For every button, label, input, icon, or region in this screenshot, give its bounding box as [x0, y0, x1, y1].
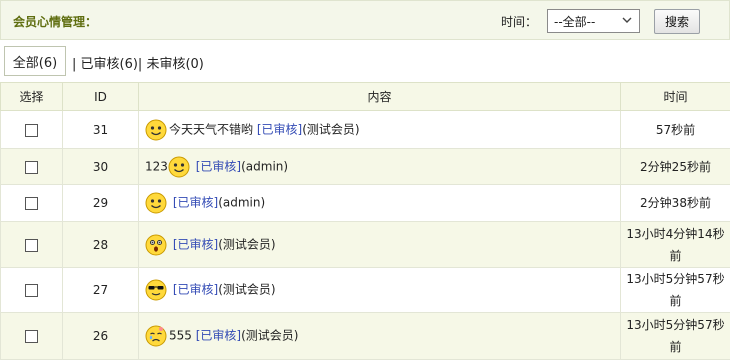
time-filter-label: 时间： [501, 15, 538, 29]
page-title: 会员心情管理： [13, 15, 98, 29]
content-cell: [已审核](admin) [138, 184, 621, 222]
content-cell: 今天天气不错哟 [已审核](测试会员) [138, 110, 621, 149]
table-header-row: 选择 ID 内容 时间 [0, 82, 730, 111]
time-cell: 57秒前 [620, 110, 730, 149]
status-link[interactable]: [已审核] [173, 196, 218, 210]
select-cell [0, 221, 63, 268]
filter-all-tab[interactable]: 全部(6) [4, 46, 66, 76]
time-cell: 13小时5分钟57秒前 [620, 267, 730, 313]
mood-table: 选择 ID 内容 时间 31 今天天气不错哟 [已审核](测试会员) 57秒前 30 1… [0, 82, 730, 360]
select-cell [0, 184, 63, 222]
filter-status-links[interactable]: | 已审核(6)| 未审核(0) [72, 53, 204, 72]
row-checkbox[interactable] [25, 238, 38, 252]
smile-face-icon [145, 119, 167, 141]
author-name: (测试会员) [218, 237, 276, 251]
author-name: (测试会员) [302, 122, 360, 136]
search-button[interactable]: 搜索 [654, 9, 700, 34]
select-cell [0, 267, 63, 313]
select-cell [0, 110, 63, 149]
time-cell: 2分钟25秒前 [620, 148, 730, 185]
time-filter-select[interactable]: --全部-- [547, 9, 640, 33]
content-cell: [已审核](测试会员) [138, 221, 621, 268]
id-cell: 28 [62, 221, 139, 268]
status-link[interactable]: [已审核] [196, 159, 241, 173]
status-link[interactable]: [已审核] [173, 237, 218, 251]
row-checkbox[interactable] [25, 330, 38, 343]
row-checkbox[interactable] [25, 160, 38, 174]
author-name: (admin) [218, 195, 266, 210]
select-cell [0, 148, 63, 185]
table-row: 31 今天天气不错哟 [已审核](测试会员) 57秒前 [0, 110, 730, 149]
table-row: 26 555 [已审核](测试会员) 13小时5分钟57秒前 [0, 312, 730, 360]
status-link[interactable]: [已审核] [173, 283, 218, 297]
content-cell: 555 [已审核](测试会员) [138, 312, 621, 360]
column-time: 时间 [620, 82, 730, 111]
sunglasses-face-icon [145, 279, 167, 301]
id-cell: 31 [62, 110, 139, 149]
id-cell: 29 [62, 184, 139, 222]
table-row: 27 [已审核](测试会员) 13小时5分钟57秒前 [0, 267, 730, 313]
id-cell: 26 [62, 312, 139, 360]
chevron-down-icon [621, 13, 633, 27]
content-text: 555 [169, 328, 192, 343]
crying-face-icon [145, 325, 167, 347]
table-row: 30 123 [已审核](admin) 2分钟25秒前 [0, 148, 730, 185]
id-cell: 30 [62, 148, 139, 185]
content-cell: 123 [已审核](admin) [138, 148, 621, 185]
content-prefix: 123 [145, 159, 168, 173]
time-filter-value: --全部-- [554, 15, 596, 29]
status-link[interactable]: [已审核] [257, 122, 302, 136]
column-content: 内容 [138, 82, 621, 111]
time-cell: 13小时5分钟57秒前 [620, 312, 730, 360]
smile-face-icon [168, 156, 190, 178]
status-link[interactable]: [已审核] [196, 329, 241, 343]
column-select: 选择 [0, 82, 63, 111]
author-name: (admin) [241, 159, 289, 173]
smile-face-icon [145, 192, 167, 214]
table-row: 28 [已审核](测试会员) 13小时4分钟14秒前 [0, 221, 730, 268]
author-name: (测试会员) [241, 328, 299, 343]
row-checkbox[interactable] [25, 197, 38, 210]
row-checkbox[interactable] [25, 123, 38, 137]
table-row: 29 [已审核](admin) 2分钟38秒前 [0, 184, 730, 222]
row-checkbox[interactable] [25, 284, 38, 297]
toolbar: 会员心情管理： 时间： --全部-- 搜索 [0, 0, 730, 40]
time-cell: 13小时4分钟14秒前 [620, 221, 730, 268]
id-cell: 27 [62, 267, 139, 313]
select-cell [0, 312, 63, 360]
time-cell: 2分钟38秒前 [620, 184, 730, 222]
content-cell: [已审核](测试会员) [138, 267, 621, 313]
content-text: 今天天气不错哟 [169, 122, 254, 136]
surprised-face-icon [145, 234, 167, 256]
column-id: ID [62, 82, 139, 111]
author-name: (测试会员) [218, 282, 276, 297]
